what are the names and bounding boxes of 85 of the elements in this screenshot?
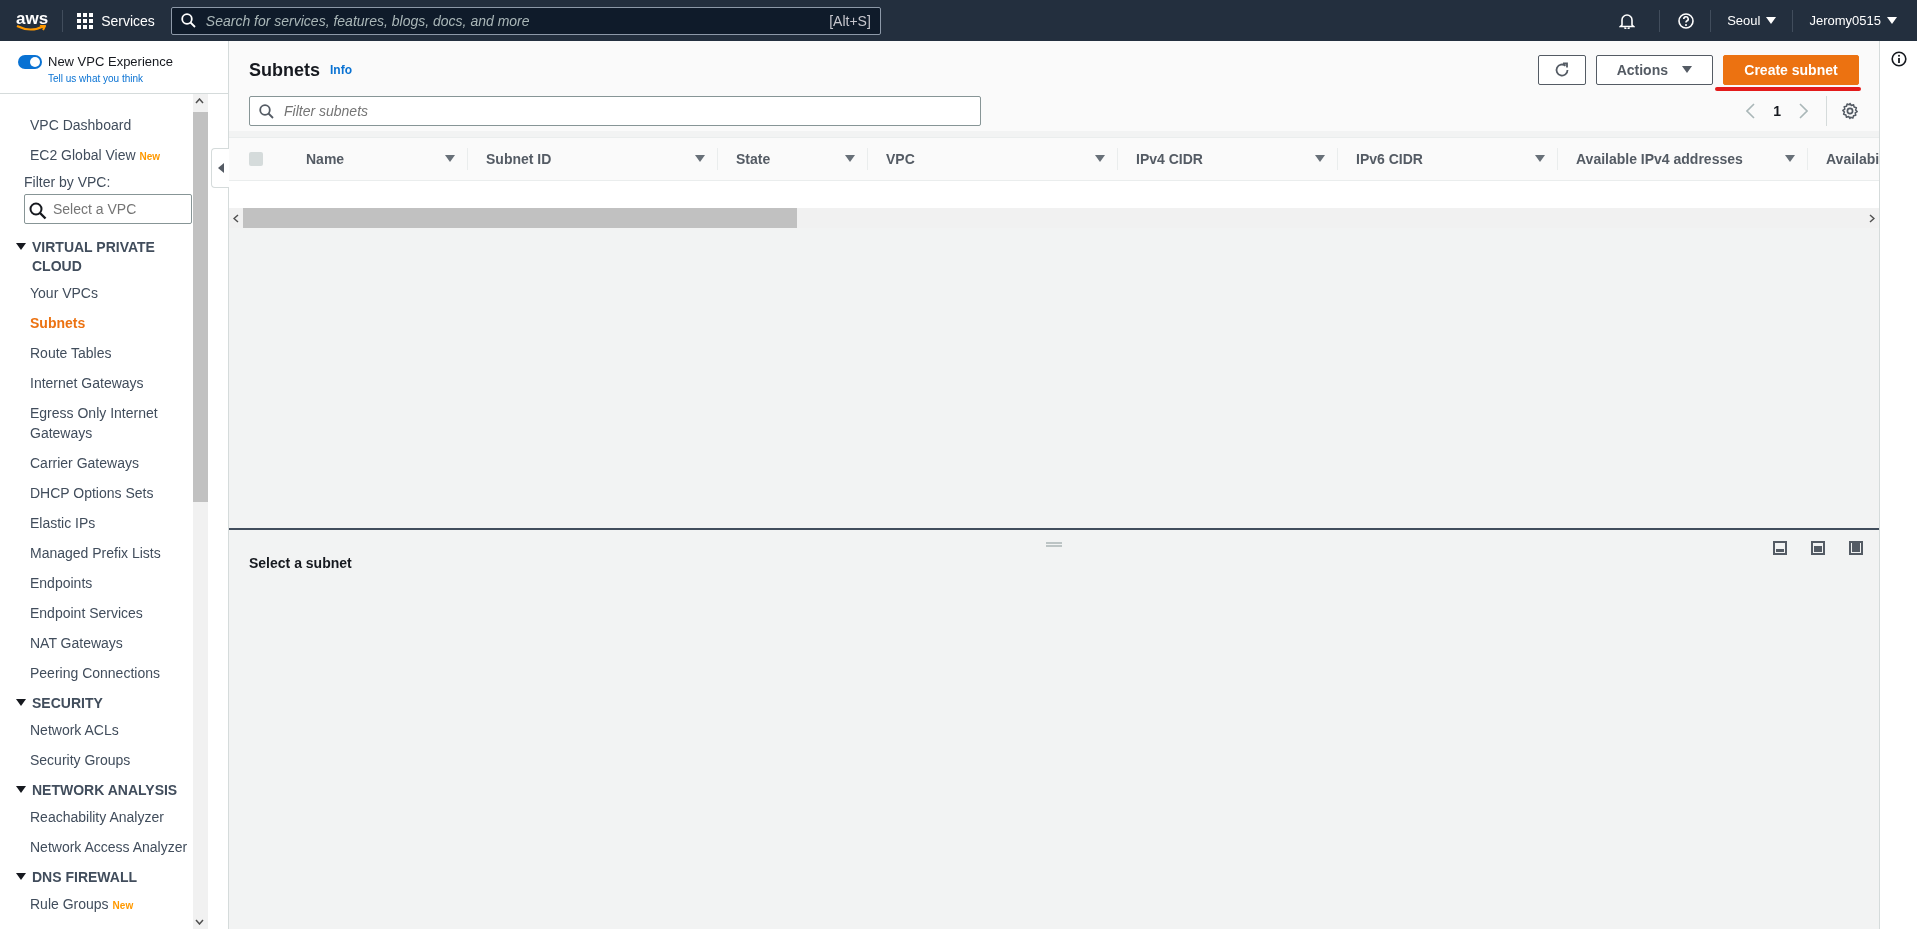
filter-field[interactable]: Filter subnets: [249, 96, 981, 126]
nav-link[interactable]: Endpoint Services: [0, 598, 193, 628]
nav-link[interactable]: Peering Connections: [0, 658, 193, 688]
info-link[interactable]: Info: [330, 63, 352, 77]
caret-icon: [1682, 66, 1692, 74]
settings-icon[interactable]: [1841, 102, 1859, 120]
nav-section-header[interactable]: SECURITY: [0, 688, 193, 715]
sort-icon: [445, 155, 455, 163]
info-icon[interactable]: [1890, 51, 1907, 67]
new-label: New: [139, 151, 161, 162]
nav-link[interactable]: Carrier Gateways: [0, 448, 193, 478]
search-icon: [29, 202, 47, 220]
caret-left-icon: [217, 163, 224, 173]
column-header[interactable]: VPC: [868, 148, 1118, 170]
nav-link[interactable]: Network ACLs: [0, 715, 193, 745]
actions-button[interactable]: Actions: [1595, 55, 1713, 85]
horizontal-scrollbar[interactable]: [229, 208, 1879, 228]
help-icon[interactable]: [1678, 12, 1695, 29]
column-header[interactable]: State: [718, 148, 868, 170]
account-menu[interactable]: Jeromy0515: [1801, 13, 1905, 28]
column-header[interactable]: Subnet ID: [468, 148, 718, 170]
search-icon: [259, 103, 274, 119]
sort-icon: [1535, 155, 1545, 163]
nav-link[interactable]: DHCP Options Sets: [0, 478, 193, 508]
page-title: Subnets: [249, 59, 320, 81]
nav-section-header[interactable]: VIRTUAL PRIVATE CLOUD: [0, 232, 193, 278]
scroll-up-icon[interactable]: [195, 98, 204, 104]
panel-size-icon[interactable]: [1811, 541, 1825, 555]
column-header[interactable]: Name: [288, 148, 468, 170]
toggle-switch[interactable]: [18, 54, 42, 69]
panel-size-icon[interactable]: [1849, 541, 1863, 555]
scroll-left-icon[interactable]: [233, 213, 239, 223]
nav-link[interactable]: Egress Only Internet Gateways: [0, 398, 193, 448]
nav-link[interactable]: VPC Dashboard: [0, 110, 193, 140]
nav-link[interactable]: Network Access Analyzer: [0, 832, 193, 862]
sort-icon: [845, 155, 855, 163]
caret-icon: [1887, 16, 1897, 25]
toggle-label: New VPC Experience: [48, 54, 173, 69]
detail-title: Select a subnet: [249, 555, 353, 571]
vpc-select-field[interactable]: Select a VPC: [24, 194, 192, 224]
nav-link[interactable]: Route Tables: [0, 338, 193, 368]
panel-size-icon[interactable]: [1773, 541, 1787, 555]
caret-down-icon: [16, 243, 26, 251]
nav-link[interactable]: Internet Gateways: [0, 368, 193, 398]
refresh-icon: [1553, 62, 1570, 78]
nav-link[interactable]: Endpoints: [0, 568, 193, 598]
new-label: New: [112, 900, 134, 911]
resize-handle-icon[interactable]: [1046, 542, 1062, 547]
nav-link[interactable]: Elastic IPs: [0, 508, 193, 538]
nav-link[interactable]: NAT Gateways: [0, 628, 193, 658]
scrollbar[interactable]: [193, 94, 208, 929]
nav-link[interactable]: Managed Prefix Lists: [0, 538, 193, 568]
region-menu[interactable]: Seoul: [1719, 13, 1785, 28]
column-header[interactable]: Available IPv4 addresses: [1558, 148, 1808, 170]
nav-link[interactable]: Reachability Analyzer: [0, 802, 193, 832]
services-menu[interactable]: Services: [77, 12, 155, 29]
filter-label: Filter by VPC:: [23, 174, 112, 190]
scroll-right-icon[interactable]: [1869, 213, 1875, 223]
feedback-link[interactable]: Tell us what you think: [48, 73, 144, 84]
refresh-button[interactable]: [1537, 55, 1586, 85]
nav-link[interactable]: Rule Groups New: [0, 889, 193, 919]
caret-down-icon: [16, 699, 26, 707]
aws-logo[interactable]: aws: [16, 9, 49, 32]
shortcut-hint: [Alt+S]: [829, 12, 871, 29]
sort-icon: [1315, 155, 1325, 163]
column-header[interactable]: IPv6 CIDR: [1338, 148, 1558, 170]
nav-section-header[interactable]: DNS FIREWALL: [0, 862, 193, 889]
select-all-checkbox[interactable]: [249, 152, 263, 166]
sort-icon: [1095, 155, 1105, 163]
page-number[interactable]: 1: [1773, 103, 1781, 119]
sort-icon: [1785, 155, 1795, 163]
nav-link[interactable]: EC2 Global View New: [0, 140, 193, 170]
caret-down-icon: [16, 873, 26, 881]
grid-icon: [77, 12, 94, 29]
sort-icon: [695, 155, 705, 163]
nav-section-header[interactable]: NETWORK ANALYSIS: [0, 775, 193, 802]
caret-down-icon: [16, 786, 26, 794]
collapse-sidebar-button[interactable]: [211, 148, 229, 188]
column-header[interactable]: IPv4 CIDR: [1118, 148, 1338, 170]
search-icon: [180, 13, 196, 28]
caret-icon: [1766, 16, 1777, 25]
nav-link[interactable]: Security Groups: [0, 745, 193, 775]
nav-link[interactable]: Your VPCs: [0, 278, 193, 308]
bell-icon[interactable]: [1619, 12, 1636, 29]
scroll-down-icon[interactable]: [195, 919, 204, 925]
